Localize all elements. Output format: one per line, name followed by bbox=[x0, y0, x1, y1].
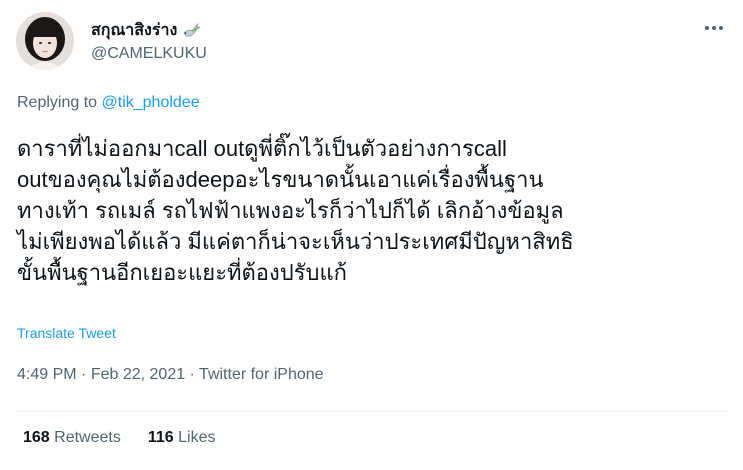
translate-tweet-link[interactable]: Translate Tweet bbox=[17, 325, 116, 341]
tweet-card: สกุณาสิงร่าง @CAMELKUKU Replying to @tik… bbox=[0, 0, 743, 470]
tweet-time[interactable]: 4:49 PM bbox=[17, 366, 77, 383]
tweet-date[interactable]: Feb 22, 2021 bbox=[91, 366, 185, 383]
retweets-stat[interactable]: 168 Retweets bbox=[23, 429, 121, 447]
dove-icon bbox=[181, 22, 203, 40]
tweet-source[interactable]: Twitter for iPhone bbox=[199, 366, 324, 383]
tweet-meta: 4:49 PM · Feb 22, 2021 · Twitter for iPh… bbox=[17, 366, 324, 384]
avatar[interactable] bbox=[16, 12, 74, 70]
retweets-label: Retweets bbox=[54, 429, 121, 446]
divider bbox=[17, 411, 726, 412]
more-options-button[interactable] bbox=[701, 18, 727, 38]
user-handle[interactable]: @CAMELKUKU bbox=[91, 45, 207, 63]
likes-stat[interactable]: 116 Likes bbox=[148, 429, 216, 447]
more-dots-icon bbox=[705, 26, 723, 30]
engagement-stats: 168 Retweets 116 Likes bbox=[23, 429, 215, 447]
display-name[interactable]: สกุณาสิงร่าง bbox=[91, 18, 203, 43]
display-name-text: สกุณาสิงร่าง bbox=[91, 22, 178, 39]
replying-to: Replying to @tik_pholdee bbox=[17, 94, 200, 112]
replying-to-prefix: Replying to bbox=[17, 94, 98, 111]
tweet-text: ดาราที่ไม่ออกมาcall outดูพี่ติ๊กไว้เป็นต… bbox=[17, 136, 574, 285]
retweets-count: 168 bbox=[23, 429, 50, 446]
meta-separator: · bbox=[76, 366, 91, 383]
reply-mention-link[interactable]: @tik_pholdee bbox=[102, 94, 200, 111]
meta-separator: · bbox=[185, 366, 200, 383]
likes-count: 116 bbox=[147, 429, 174, 446]
likes-label: Likes bbox=[178, 429, 216, 446]
